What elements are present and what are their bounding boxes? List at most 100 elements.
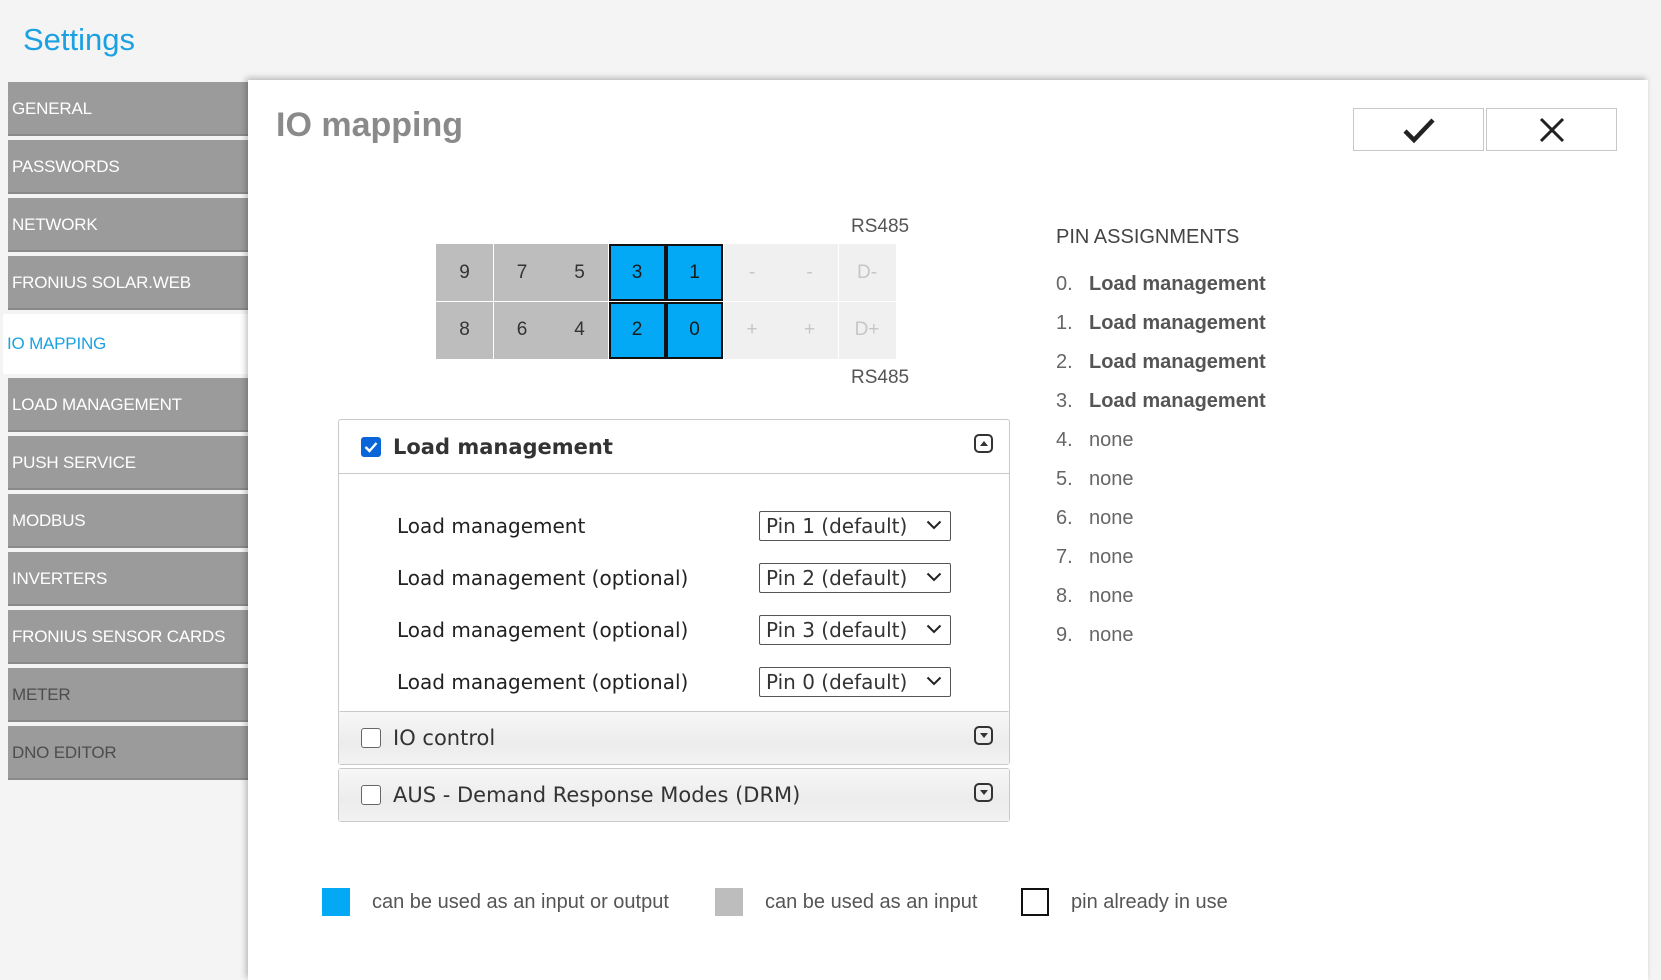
pin-cell[interactable]: 3 xyxy=(608,244,666,301)
pin-cell[interactable]: 1 xyxy=(666,244,723,301)
legend-swatch-in-use xyxy=(1021,888,1049,916)
assignment-number: 1. xyxy=(1056,312,1073,334)
pin-select-value: Pin 0 (default) xyxy=(766,670,908,694)
pin-cell[interactable]: 5 xyxy=(551,244,608,301)
pin-select[interactable]: Pin 3 (default) xyxy=(759,615,951,645)
mapping-row: Load management (optional) Pin 0 (default… xyxy=(339,656,1009,708)
load-management-checkbox[interactable] xyxy=(361,436,381,457)
assignment-number: 0. xyxy=(1056,273,1073,295)
expand-icon[interactable] xyxy=(974,783,993,802)
pin-cell: - xyxy=(781,244,838,301)
panel-drm-header[interactable]: AUS - Demand Response Modes (DRM) xyxy=(339,769,1009,821)
sidebar-item-dno-editor[interactable]: DNO EDITOR xyxy=(8,726,248,780)
assignment-value: Load management xyxy=(1089,390,1266,412)
chevron-down-icon xyxy=(926,520,942,530)
assignment-value: none xyxy=(1089,507,1134,529)
assignment-item: 3. Load management xyxy=(1056,382,1266,421)
pin-select[interactable]: Pin 0 (default) xyxy=(759,667,951,697)
mapping-row-label: Load management (optional) xyxy=(397,618,689,642)
mapping-row: Load management Pin 1 (default) xyxy=(339,500,1009,552)
panel-title: Load management xyxy=(393,434,613,459)
assignment-item: 5. none xyxy=(1056,460,1266,499)
assignment-value: none xyxy=(1089,546,1134,568)
sidebar-item-inverters[interactable]: INVERTERS xyxy=(8,552,248,606)
panel-drm: AUS - Demand Response Modes (DRM) xyxy=(338,768,1010,822)
main-panel: IO mapping RS485 9 7 5 3 1- - D- 8 6 4 2 0 + + D+ RS48… xyxy=(248,80,1648,980)
pin-select-value: Pin 1 (default) xyxy=(766,514,908,538)
sidebar-item-fronius-solar-web[interactable]: FRONIUS SOLAR.WEB xyxy=(8,256,248,310)
assignment-number: 3. xyxy=(1056,390,1073,412)
sidebar-item-meter[interactable]: METER xyxy=(8,668,248,722)
pin-cell: + xyxy=(723,301,781,359)
assignment-value: Load management xyxy=(1089,273,1266,295)
app-title: Settings xyxy=(23,22,136,57)
sidebar-item-general[interactable]: GENERAL xyxy=(8,82,248,136)
assignment-item: 7. none xyxy=(1056,538,1266,577)
io-control-checkbox[interactable] xyxy=(361,728,381,748)
page-title: IO mapping xyxy=(276,106,463,144)
pin-cell: D- xyxy=(838,244,896,301)
assignment-number: 9. xyxy=(1056,624,1073,646)
pin-select[interactable]: Pin 2 (default) xyxy=(759,563,951,593)
sidebar-item-push-service[interactable]: PUSH SERVICE xyxy=(8,436,248,490)
mapping-row-label: Load management (optional) xyxy=(397,670,689,694)
chevron-down-icon xyxy=(926,676,942,686)
sidebar-nav: GENERAL PASSWORDS NETWORK FRONIUS SOLAR.WEB… xyxy=(3,82,248,784)
mapping-row: Load management (optional) Pin 2 (default… xyxy=(339,552,1009,604)
assignment-item: 6. none xyxy=(1056,499,1266,538)
pin-cell[interactable]: 0 xyxy=(666,301,723,359)
pin-assignments-list: 0. Load management 1. Load management 2. Load… xyxy=(1056,265,1266,655)
assignment-value: Load management xyxy=(1089,351,1266,373)
assignment-value: Load management xyxy=(1089,312,1266,334)
pin-assignments-title: PIN ASSIGNMENTS xyxy=(1056,226,1240,248)
pin-select-value: Pin 2 (default) xyxy=(766,566,908,590)
panel-io-control-header[interactable]: IO control xyxy=(339,712,1009,764)
panel-io-control: IO control xyxy=(338,711,1010,765)
sidebar-item-modbus[interactable]: MODBUS xyxy=(8,494,248,548)
sidebar-item-load-management[interactable]: LOAD MANAGEMENT xyxy=(8,378,248,432)
sidebar-item-fronius-sensor-cards[interactable]: FRONIUS SENSOR CARDS xyxy=(8,610,248,664)
legend-label: pin already in use xyxy=(1071,890,1228,913)
legend-swatch-io xyxy=(322,888,350,916)
legend-io: can be used as an input or output xyxy=(322,888,669,916)
legend-label: can be used as an input or output xyxy=(372,890,669,913)
assignment-value: none xyxy=(1089,468,1134,490)
legend-swatch-input xyxy=(715,888,743,916)
panel-load-management-header[interactable]: Load management xyxy=(339,420,1009,473)
pin-select-value: Pin 3 (default) xyxy=(766,618,908,642)
confirm-button[interactable] xyxy=(1353,108,1484,151)
assignment-item: 1. Load management xyxy=(1056,304,1266,343)
sidebar-item-passwords[interactable]: PASSWORDS xyxy=(8,140,248,194)
expand-icon[interactable] xyxy=(974,726,993,745)
assignment-item: 2. Load management xyxy=(1056,343,1266,382)
assignment-value: none xyxy=(1089,429,1134,451)
check-icon xyxy=(1402,117,1435,143)
mapping-row-label: Load management (optional) xyxy=(397,566,689,590)
sidebar-item-io-mapping[interactable]: IO MAPPING xyxy=(3,314,248,374)
pin-cell: D+ xyxy=(838,301,896,359)
assignment-item: 4. none xyxy=(1056,421,1266,460)
checkmark-icon xyxy=(364,441,378,453)
pin-cell[interactable]: 9 xyxy=(436,244,493,301)
cancel-button[interactable] xyxy=(1486,108,1617,151)
rs485-label-bottom: RS485 xyxy=(851,367,910,388)
mapping-row: Load management (optional) Pin 3 (default… xyxy=(339,604,1009,656)
assignment-number: 2. xyxy=(1056,351,1073,373)
pin-select[interactable]: Pin 1 (default) xyxy=(759,511,951,541)
pin-cell[interactable]: 8 xyxy=(436,301,493,359)
pin-cell[interactable]: 7 xyxy=(493,244,551,301)
sidebar-item-network[interactable]: NETWORK xyxy=(8,198,248,252)
chevron-down-icon xyxy=(926,572,942,582)
pin-cell[interactable]: 6 xyxy=(493,301,551,359)
pin-cell[interactable]: 2 xyxy=(608,301,666,359)
assignment-number: 6. xyxy=(1056,507,1073,529)
collapse-icon[interactable] xyxy=(974,434,993,453)
panel-load-management: Load management Load management Pin 1 (de… xyxy=(338,419,1010,733)
pin-cell: + xyxy=(781,301,838,359)
drm-checkbox[interactable] xyxy=(361,785,381,805)
assignment-number: 4. xyxy=(1056,429,1073,451)
assignment-number: 8. xyxy=(1056,585,1073,607)
pin-cell[interactable]: 4 xyxy=(551,301,608,359)
assignment-item: 8. none xyxy=(1056,577,1266,616)
legend-label: can be used as an input xyxy=(765,890,978,913)
